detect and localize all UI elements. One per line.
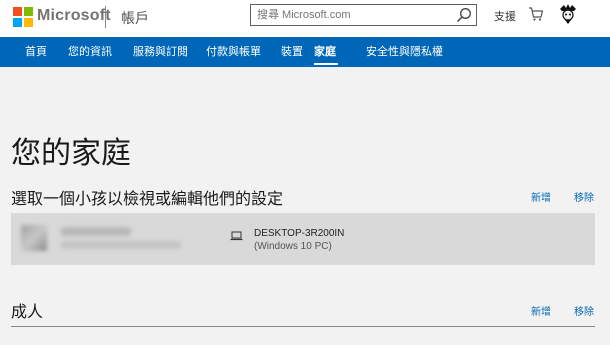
search-input[interactable] xyxy=(257,8,447,22)
child-name-redacted xyxy=(61,227,131,236)
nav-your-info[interactable]: 您的資訊 xyxy=(68,37,112,67)
remove-adult-link[interactable]: 移除 xyxy=(574,303,594,318)
adults-section-heading: 成人 xyxy=(11,304,44,321)
search-box xyxy=(250,4,477,26)
user-avatar-icon[interactable] xyxy=(557,3,579,25)
support-link[interactable]: 支援 xyxy=(494,8,516,24)
nav-payment-billing[interactable]: 付款與帳單 xyxy=(206,37,261,67)
child-avatar xyxy=(21,225,47,251)
nav-devices[interactable]: 裝置 xyxy=(281,37,303,67)
device-name: DESKTOP-3R200IN xyxy=(254,228,345,239)
nav-services-subscriptions[interactable]: 服務與訂閱 xyxy=(133,37,188,67)
children-section-heading: 選取一個小孩以檢視或編輯他們的設定 xyxy=(11,191,284,208)
child-card[interactable]: DESKTOP-3R200IN (Windows 10 PC) xyxy=(11,213,595,265)
logo-red-square xyxy=(13,7,22,16)
microsoft-logo-icon[interactable] xyxy=(13,7,33,27)
remove-child-link[interactable]: 移除 xyxy=(574,189,594,204)
page-title: 您的家庭 xyxy=(11,137,131,170)
logo-blue-square xyxy=(13,18,22,27)
add-child-link[interactable]: 新增 xyxy=(531,189,551,204)
account-section-title[interactable]: 帳戶 xyxy=(121,8,149,28)
brand-divider xyxy=(105,6,106,28)
add-adult-link[interactable]: 新增 xyxy=(531,303,551,318)
laptop-icon xyxy=(230,231,243,241)
top-bar: Microsoft 帳戶 支援 xyxy=(0,0,610,37)
nav-home[interactable]: 首頁 xyxy=(25,37,47,67)
nav-security-privacy[interactable]: 安全性與隱私權 xyxy=(366,37,443,67)
search-icon[interactable] xyxy=(456,7,472,23)
brand-name[interactable]: Microsoft xyxy=(37,7,111,25)
device-os: (Windows 10 PC) xyxy=(254,241,332,252)
nav-active-indicator xyxy=(314,63,338,65)
adults-divider xyxy=(11,326,595,327)
child-email-redacted xyxy=(61,241,181,249)
main-nav: 首頁 您的資訊 服務與訂閱 付款與帳單 裝置 家庭 安全性與隱私權 xyxy=(0,37,610,67)
cart-icon[interactable] xyxy=(528,6,544,22)
logo-green-square xyxy=(24,7,33,16)
logo-yellow-square xyxy=(24,18,33,27)
